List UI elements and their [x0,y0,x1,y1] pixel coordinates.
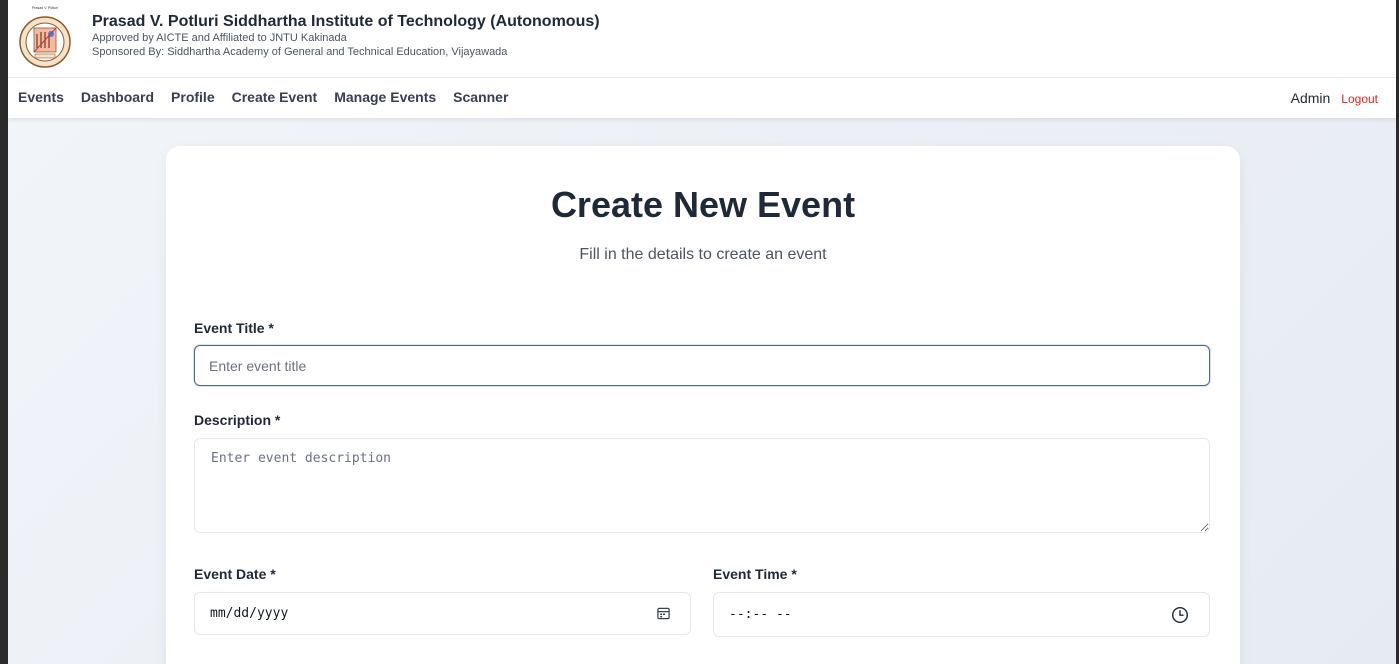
sponsor-line: Sponsored By: Siddhartha Academy of Gene… [92,46,508,58]
institute-seal-logo: Prasad V. Potluri [19,6,71,68]
nav-link-manage-events[interactable]: Manage Events [334,89,436,105]
description-textarea[interactable] [194,438,1210,533]
page-title: Create New Event [550,184,856,225]
event-date-label: Event Date * [194,566,276,582]
user-name: Admin [1290,90,1331,106]
logout-link[interactable]: Logout [1341,92,1378,106]
event-time-placeholder: --:-- -- [729,607,792,622]
event-title-input[interactable] [194,345,1210,386]
top-navbar: Events Dashboard Profile Create Event Ma… [8,78,1396,118]
nav-user-area: Admin Logout [1291,90,1378,106]
calendar-icon[interactable] [656,606,671,621]
event-time-input[interactable]: --:-- -- [713,592,1210,637]
nav-links: Events Dashboard Profile Create Event Ma… [18,89,525,105]
nav-link-dashboard[interactable]: Dashboard [81,89,154,105]
svg-text:Prasad V. Potluri: Prasad V. Potluri [32,6,58,10]
institution-name: Prasad V. Potluri Siddhartha Institute o… [92,13,600,30]
description-label: Description * [194,412,281,428]
event-title-label: Event Title * [194,320,274,336]
main-content: Create New Event Fill in the details to … [8,118,1396,664]
nav-link-scanner[interactable]: Scanner [453,89,508,105]
nav-link-profile[interactable]: Profile [171,89,215,105]
window-left-edge [0,0,8,664]
approval-line: Approved by AICTE and Affiliated to JNTU… [92,32,347,44]
page-subtitle: Fill in the details to create an event [579,246,827,263]
create-event-card: Create New Event Fill in the details to … [166,146,1240,664]
site-header: Prasad V. Potluri Prasad V. Potluri Sidd… [8,0,1396,78]
nav-link-events[interactable]: Events [18,89,64,105]
nav-link-create-event[interactable]: Create Event [232,89,318,105]
event-date-input[interactable]: mm/dd/yyyy [194,592,691,635]
clock-icon[interactable] [1171,606,1189,624]
event-date-placeholder: mm/dd/yyyy [210,606,289,621]
event-time-label: Event Time * [713,566,797,582]
